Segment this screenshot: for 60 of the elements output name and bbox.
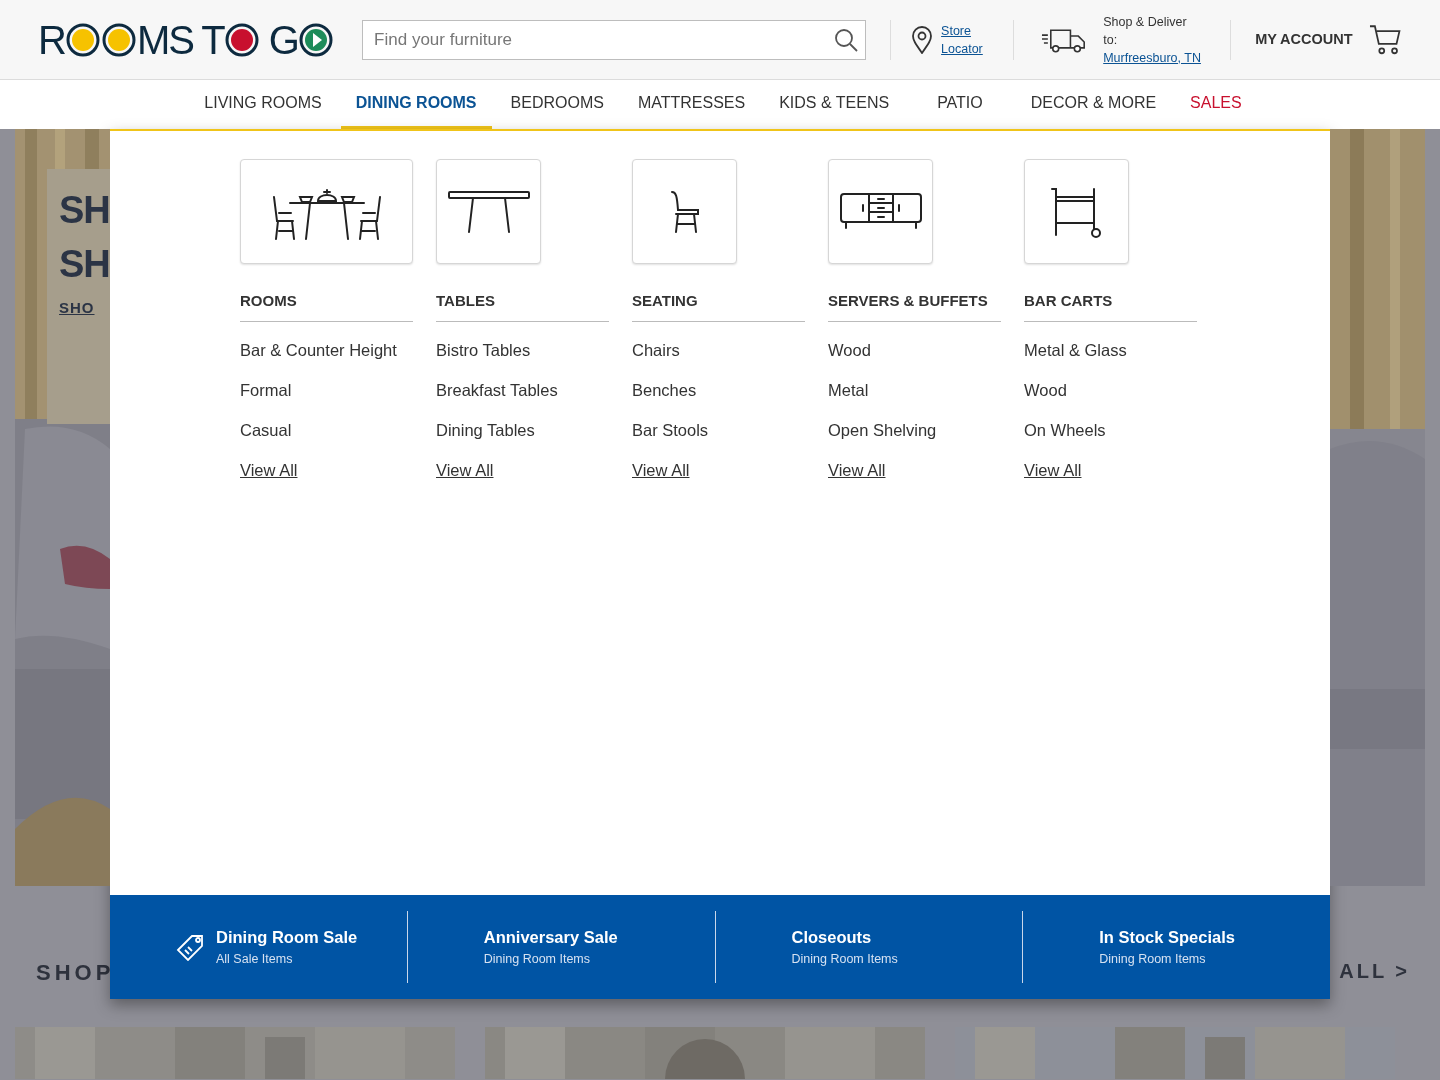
nav-tab[interactable]: BEDROOMS — [495, 80, 619, 129]
buffet-icon — [838, 191, 923, 232]
menu-link[interactable]: On Wheels — [1024, 417, 1197, 442]
menu-link[interactable]: Bar Stools — [632, 417, 805, 442]
category-tile[interactable] — [240, 159, 413, 264]
view-all-link[interactable]: View All — [436, 457, 494, 482]
view-all-link[interactable]: View All — [828, 457, 886, 482]
category-tile[interactable] — [436, 159, 541, 264]
promo-link[interactable]: Dining Room Sale All Sale Items — [216, 925, 358, 969]
menu-link[interactable]: Open Shelving — [828, 417, 1001, 442]
menu-link[interactable]: Wood — [1024, 377, 1197, 402]
menu-link[interactable]: Metal — [828, 377, 1001, 402]
column-heading: SEATING — [632, 290, 805, 322]
view-all-link[interactable]: View All — [632, 457, 690, 482]
menu-link[interactable]: Chairs — [632, 337, 805, 362]
column-heading: SERVERS & BUFFETS — [828, 290, 1001, 322]
store-locator-link[interactable]: Store Locator — [941, 21, 988, 58]
my-account-link[interactable]: MY ACCOUNT — [1255, 28, 1353, 51]
category-tile[interactable] — [1024, 159, 1129, 264]
nav-tab[interactable]: DECOR & MORE — [1015, 80, 1172, 129]
nav-tab[interactable]: MATTRESSES — [622, 80, 761, 129]
nav-tab[interactable]: LIVING ROOMS — [189, 80, 337, 129]
hero-heading: SH — [59, 188, 110, 233]
delivery-truck-icon — [1040, 26, 1088, 53]
logo-text: R — [38, 19, 65, 60]
location-pin-icon — [911, 25, 934, 54]
hero-heading: SH — [59, 242, 110, 287]
search-field[interactable]: Find your furniture — [362, 19, 867, 60]
menu-link[interactable]: Wood — [828, 337, 1001, 362]
menu-link[interactable]: Benches — [632, 377, 805, 402]
nav-tab[interactable]: KIDS & TEENS — [764, 80, 905, 129]
view-all-link[interactable]: View All — [240, 457, 298, 482]
menu-link[interactable]: Dining Tables — [436, 417, 609, 442]
cart-icon[interactable] — [1368, 22, 1402, 57]
menu-link[interactable]: Bar & Counter Height — [240, 337, 413, 362]
promo-link[interactable]: Anniversary Sale Dining Room Items — [483, 925, 618, 969]
nav-tab[interactable]: PATIO — [922, 80, 998, 129]
category-tile[interactable] — [828, 159, 933, 264]
column-heading: BAR CARTS — [1024, 290, 1197, 322]
menu-link[interactable]: Metal & Glass — [1024, 337, 1197, 362]
category-tile[interactable] — [632, 159, 737, 264]
search-icon[interactable] — [834, 27, 859, 52]
menu-link[interactable]: Formal — [240, 377, 413, 402]
hero-link[interactable]: SHO — [59, 297, 95, 320]
nav-tab[interactable]: SALES — [1175, 80, 1257, 129]
delivery-location-link[interactable]: Murfreesburo, TN — [1103, 48, 1203, 67]
table-icon — [446, 189, 531, 234]
view-all-link[interactable]: View All — [1024, 457, 1082, 482]
promo-link[interactable]: In Stock Specials Dining Room Items — [1099, 925, 1235, 969]
section-heading: SHOP — [36, 959, 110, 987]
logo-text: G — [267, 19, 298, 60]
menu-link[interactable]: Casual — [240, 417, 413, 442]
delivery-label: Shop & Deliver to: — [1103, 13, 1188, 49]
logo-text: MS T — [136, 19, 224, 60]
column-heading: ROOMS — [240, 290, 413, 322]
menu-link[interactable]: Breakfast Tables — [436, 377, 609, 402]
view-all-text: ALL > — [1339, 959, 1410, 984]
column-heading: TABLES — [436, 290, 609, 322]
promo-link[interactable]: Closeouts Dining Room Items — [791, 925, 898, 969]
menu-link[interactable]: Bistro Tables — [436, 337, 609, 362]
